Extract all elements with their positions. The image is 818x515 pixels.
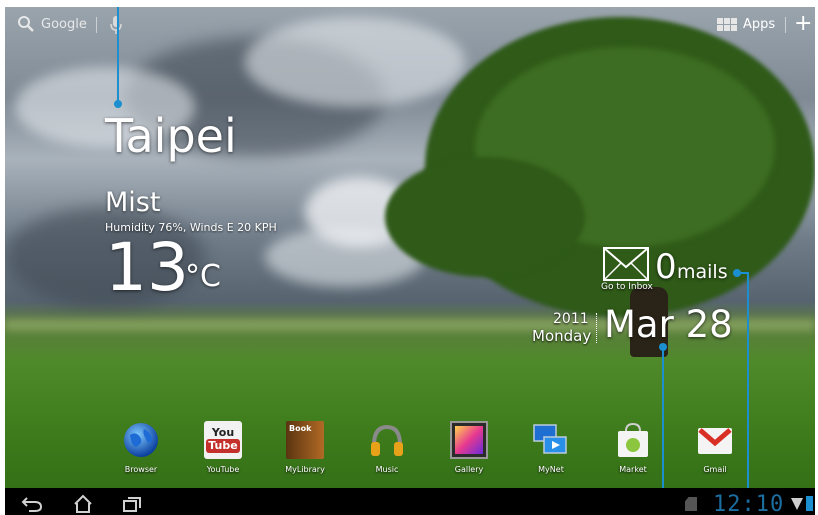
battery-icon [806, 496, 813, 511]
weather-city[interactable]: Taipei [105, 109, 237, 163]
market-icon [618, 422, 648, 457]
status-clock[interactable]: 12:10 [713, 492, 784, 515]
app-gallery[interactable]: Gallery [428, 421, 510, 474]
go-to-inbox-link[interactable]: Go to Inbox [601, 282, 653, 292]
envelope-icon[interactable] [603, 247, 649, 281]
app-youtube[interactable]: You Tube YouTube [182, 421, 264, 474]
app-mynet[interactable]: MyNet [510, 421, 592, 474]
weather-temperature: 13 [105, 229, 189, 306]
app-label: Market [619, 465, 647, 474]
app-label: Gmail [703, 465, 727, 474]
gallery-icon [450, 421, 488, 459]
divider [96, 17, 97, 33]
youtube-tube: Tube [206, 439, 240, 453]
date-divider [596, 313, 598, 343]
app-browser[interactable]: Browser [100, 421, 182, 474]
mail-label: mails [677, 261, 728, 283]
callout-line [747, 273, 749, 515]
app-label: MyNet [538, 465, 564, 474]
apps-button[interactable]: Apps [717, 17, 775, 32]
app-label: Music [375, 465, 399, 474]
divider [785, 17, 786, 33]
weather-unit: °C [185, 259, 221, 294]
headphones-icon [371, 424, 403, 456]
mynet-icon [533, 424, 567, 454]
app-label: Gallery [454, 465, 484, 474]
wifi-icon [791, 498, 803, 510]
system-navigation-bar: 12:10 [5, 488, 815, 515]
home-icon[interactable] [73, 494, 93, 514]
app-mylibrary[interactable]: Book MyLibrary [264, 421, 346, 474]
callout-dot [733, 269, 741, 277]
app-label: Browser [124, 465, 158, 474]
search-label: Google [41, 16, 87, 32]
tree-canopy [385, 157, 585, 277]
app-music[interactable]: Music [346, 421, 428, 474]
youtube-you: You [211, 426, 235, 439]
app-label: YouTube [206, 465, 240, 474]
home-screen: Google Apps + Taipei Mist Humidity 76%, … [5, 7, 815, 515]
book-text: Book [289, 424, 312, 433]
app-gmail[interactable]: Gmail [674, 421, 756, 474]
callout-line [117, 7, 119, 103]
globe-icon [124, 423, 158, 457]
add-widget-button[interactable]: + [794, 13, 812, 35]
app-label: MyLibrary [285, 465, 325, 474]
mail-count: 0 [655, 247, 677, 287]
youtube-icon: You Tube [204, 421, 242, 459]
apps-label: Apps [743, 17, 776, 32]
date-weekday: Monday [532, 327, 592, 345]
gmail-icon [698, 428, 732, 454]
back-icon[interactable] [21, 495, 43, 513]
weather-condition: Mist [105, 187, 161, 218]
book-icon: Book [286, 421, 324, 459]
google-search-bar[interactable]: Google [17, 15, 87, 33]
sd-card-icon [685, 497, 697, 511]
recent-apps-icon[interactable] [123, 496, 141, 512]
apps-grid-icon [717, 17, 737, 32]
microphone-icon[interactable] [110, 16, 122, 34]
app-market[interactable]: Market [592, 421, 674, 474]
date-day: Mar 28 [604, 303, 733, 346]
app-dock: Browser You Tube YouTube Book MyLibrary … [100, 421, 756, 474]
date-year: 2011 [553, 311, 589, 327]
callout-dot [114, 100, 122, 108]
search-icon [18, 16, 34, 32]
cloud-decoration [245, 17, 465, 107]
